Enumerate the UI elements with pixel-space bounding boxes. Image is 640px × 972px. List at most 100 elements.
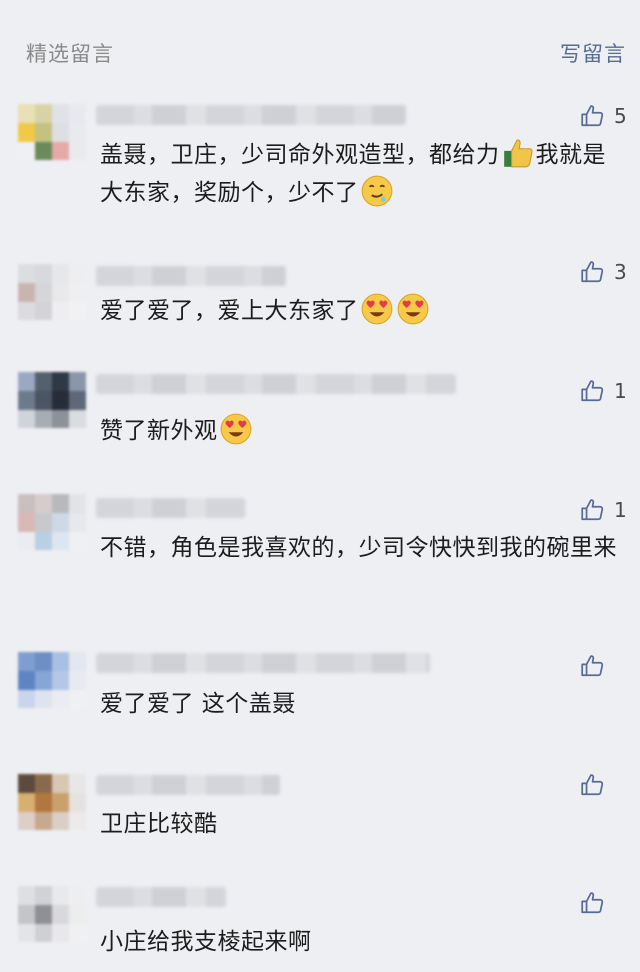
comment-text: 不错，角色是我喜欢的，少司令快快到我的碗里来: [100, 535, 617, 561]
thumbs-up-icon: [581, 892, 604, 914]
avatar-pixel: [52, 142, 69, 160]
avatar[interactable]: [18, 494, 86, 550]
avatar[interactable]: [18, 104, 86, 160]
avatar-pixel: [35, 793, 52, 812]
like-button[interactable]: 5: [579, 103, 628, 129]
avatar-pixel: [69, 123, 86, 142]
comment-item: 爱了爱了 这个盖聂: [0, 650, 640, 740]
avatar-pixel: [69, 283, 86, 302]
avatar-pixel: [18, 924, 35, 942]
avatar-pixel: [35, 142, 52, 160]
heart-eyes-emoji-icon: [220, 413, 251, 445]
avatar-pixel: [52, 532, 69, 550]
avatar-pixel: [69, 690, 86, 708]
avatar-pixel: [52, 924, 69, 942]
avatar-pixel: [69, 924, 86, 942]
avatar-pixel: [52, 671, 69, 690]
avatar-pixel: [18, 372, 35, 391]
avatar-pixel: [69, 264, 86, 283]
comment-item: 3 爱了爱了，爱上大东家了: [0, 259, 640, 362]
avatar[interactable]: [18, 774, 86, 830]
comment-item: 1 赞了新外观: [0, 370, 640, 470]
username-blurred: [96, 266, 286, 286]
like-button[interactable]: 1: [579, 497, 628, 523]
like-button[interactable]: 1: [579, 378, 628, 404]
avatar-pixel: [35, 372, 52, 391]
thumbs-up-icon: [581, 499, 604, 521]
avatar-pixel: [18, 774, 35, 793]
avatar-pixel: [18, 104, 35, 123]
avatar-pixel: [18, 652, 35, 671]
like-button[interactable]: [579, 772, 628, 798]
like-count: 1: [614, 379, 627, 403]
avatar-pixel: [18, 812, 35, 830]
avatar-pixel: [52, 302, 69, 320]
avatar-pixel: [69, 812, 86, 830]
username-blurred: [96, 775, 280, 795]
avatar-pixel: [35, 652, 52, 671]
like-count: 5: [614, 104, 627, 128]
avatar-pixel: [69, 532, 86, 550]
avatar-pixel: [35, 886, 52, 905]
avatar[interactable]: [18, 652, 86, 708]
avatar-pixel: [18, 391, 35, 410]
avatar-pixel: [18, 142, 35, 160]
avatar-pixel: [52, 774, 69, 793]
avatar[interactable]: [18, 886, 86, 942]
avatar-pixel: [18, 123, 35, 142]
comment-text: 卫庄比较酷: [100, 811, 218, 837]
comment-item: 5 盖聂，卫庄，少司命外观造型，都给力 我就是大东家，奖励个，少不了: [0, 100, 640, 240]
avatar-pixel: [52, 652, 69, 671]
avatar-pixel: [18, 532, 35, 550]
avatar-pixel: [52, 513, 69, 532]
like-button[interactable]: [579, 653, 628, 679]
avatar-pixel: [18, 302, 35, 320]
avatar-pixel: [69, 494, 86, 513]
avatar-pixel: [69, 302, 86, 320]
username-blurred: [96, 105, 406, 125]
avatar-pixel: [35, 774, 52, 793]
avatar-pixel: [52, 410, 69, 428]
comment-text: 小庄给我支棱起来啊: [100, 929, 312, 955]
comment-text: 盖聂，卫庄，少司命外观造型，都给力 我就是大东家，奖励个，少不了: [100, 136, 616, 212]
username-blurred: [96, 374, 456, 394]
avatar-pixel: [35, 513, 52, 532]
avatar-pixel: [18, 671, 35, 690]
avatar-pixel: [18, 793, 35, 812]
heart-eyes-emoji-icon: [397, 293, 428, 325]
thumbs-up-icon: [581, 774, 604, 796]
avatar-pixel: [52, 123, 69, 142]
avatar-pixel: [52, 372, 69, 391]
avatar-pixel: [35, 905, 52, 924]
avatar-pixel: [35, 690, 52, 708]
like-count: 3: [614, 260, 627, 284]
avatar-pixel: [35, 924, 52, 942]
avatar-pixel: [18, 886, 35, 905]
avatar-pixel: [69, 671, 86, 690]
avatar[interactable]: [18, 264, 86, 320]
thumbs-up-icon: [581, 261, 604, 283]
avatar-pixel: [52, 812, 69, 830]
avatar[interactable]: [18, 372, 86, 428]
avatar-pixel: [52, 793, 69, 812]
like-button[interactable]: 3: [579, 259, 628, 285]
avatar-pixel: [18, 410, 35, 428]
write-comment-button[interactable]: 写留言: [560, 38, 626, 68]
comment-item: 1 不错，角色是我喜欢的，少司令快快到我的碗里来: [0, 492, 640, 622]
avatar-pixel: [69, 513, 86, 532]
comment-item: 小庄给我支棱起来啊: [0, 884, 640, 972]
username-blurred: [96, 653, 430, 673]
avatar-pixel: [18, 264, 35, 283]
avatar-pixel: [52, 264, 69, 283]
like-count: 1: [614, 498, 627, 522]
avatar-pixel: [18, 690, 35, 708]
avatar-pixel: [18, 494, 35, 513]
like-button[interactable]: [579, 890, 628, 916]
avatar-pixel: [18, 513, 35, 532]
comment-item: 卫庄比较酷: [0, 772, 640, 862]
comment-text: 爱了爱了 这个盖聂: [100, 691, 296, 717]
avatar-pixel: [52, 391, 69, 410]
featured-comments-title: 精选留言: [26, 42, 114, 66]
drooling-face-emoji-icon: [361, 175, 392, 207]
avatar-pixel: [35, 123, 52, 142]
